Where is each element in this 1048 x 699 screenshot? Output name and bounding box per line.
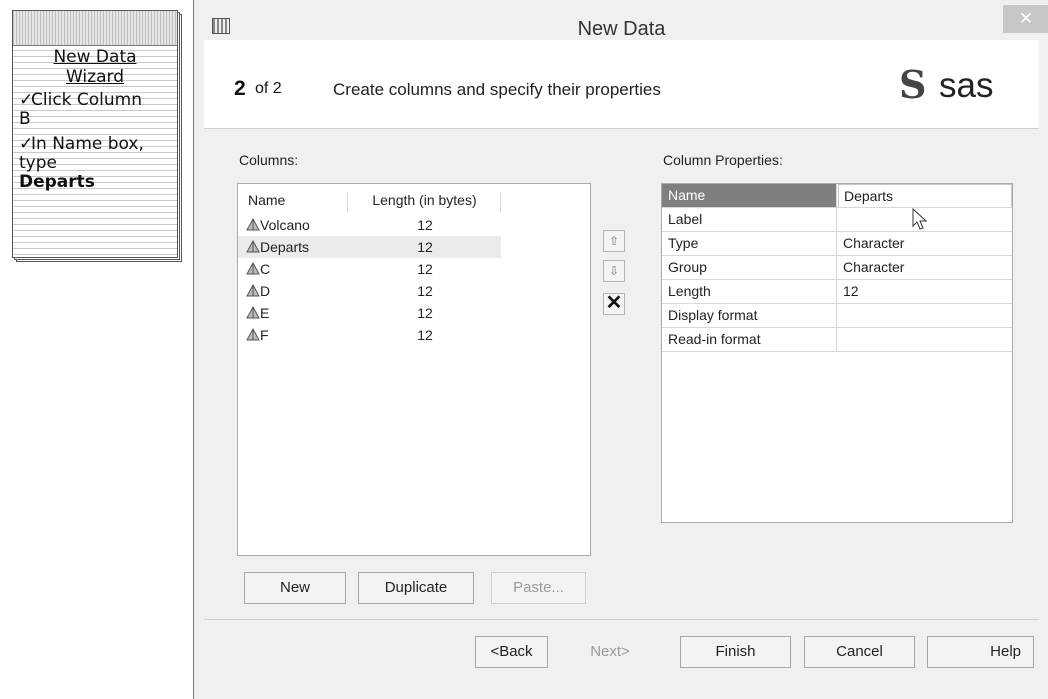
property-row-group[interactable]: Group Character xyxy=(662,256,1012,280)
next-button[interactable]: Next> xyxy=(560,636,660,668)
step-description: Create columns and specify their propert… xyxy=(333,80,661,99)
wizard-notepad: New Data Wizard ✓Click Column B ✓In Name… xyxy=(12,10,182,264)
notepad-step-2-value: Departs xyxy=(19,172,95,192)
property-row-type[interactable]: Type Character xyxy=(662,232,1012,256)
move-down-button[interactable]: ⇩ xyxy=(603,260,625,282)
move-up-button[interactable]: ⇧ xyxy=(603,230,625,252)
columns-label: Columns: xyxy=(239,152,299,168)
column-icon xyxy=(246,284,260,297)
footer-divider xyxy=(204,619,1039,620)
column-length: 12 xyxy=(417,283,433,299)
new-data-dialog: New Data ✕ 2 of 2 Create columns and spe… xyxy=(193,0,1048,699)
wizard-header: 2 of 2 Create columns and specify their … xyxy=(204,40,1039,129)
title-bar: New Data ✕ xyxy=(194,0,1048,40)
column-name: Volcano xyxy=(260,217,310,233)
columns-list[interactable]: Name Length (in bytes) Volcano 12 Depart… xyxy=(237,183,591,556)
sas-logo-text: sas xyxy=(939,66,994,105)
column-icon xyxy=(246,306,260,319)
column-properties-label: Column Properties: xyxy=(663,152,783,168)
group-field[interactable]: Character xyxy=(838,256,1012,279)
sas-logo: S sas xyxy=(899,62,1019,110)
column-length: 12 xyxy=(417,305,433,321)
type-field[interactable]: Character xyxy=(838,232,1012,255)
property-key: Label xyxy=(662,208,837,231)
cancel-button[interactable]: Cancel xyxy=(804,636,915,668)
column-properties-grid: Name Departs Label Type Character Group … xyxy=(661,183,1013,523)
check-icon: ✓ xyxy=(19,134,34,154)
column-name: C xyxy=(260,261,271,277)
paste-button[interactable]: Paste... xyxy=(491,572,586,604)
notepad-page: New Data Wizard ✓Click Column B ✓In Name… xyxy=(12,10,178,258)
property-key: Length xyxy=(662,280,837,303)
sas-logo-mark: S xyxy=(899,62,927,107)
column-name: E xyxy=(260,305,270,321)
list-item[interactable]: F 12 xyxy=(238,324,501,346)
help-button[interactable]: Help xyxy=(927,636,1034,668)
display-format-field[interactable] xyxy=(838,304,1012,327)
column-length: 12 xyxy=(417,217,433,233)
property-row-read-in-format[interactable]: Read-in format xyxy=(662,328,1012,352)
close-button[interactable]: ✕ xyxy=(1003,5,1048,33)
notepad-title: New Data Wizard xyxy=(13,47,177,87)
column-header-name[interactable]: Name xyxy=(238,192,348,212)
duplicate-button[interactable]: Duplicate xyxy=(358,572,474,604)
property-row-display-format[interactable]: Display format xyxy=(662,304,1012,328)
dialog-title: New Data xyxy=(577,18,666,40)
column-name: F xyxy=(260,327,269,343)
column-icon xyxy=(246,328,260,341)
notepad-step-2-line1: In Name box, xyxy=(31,134,144,154)
notepad-binding xyxy=(13,11,177,46)
column-icon xyxy=(246,218,260,231)
property-row-length[interactable]: Length 12 xyxy=(662,280,1012,304)
property-key: Read-in format xyxy=(662,328,837,351)
column-name: Departs xyxy=(260,239,310,255)
length-field[interactable]: 12 xyxy=(838,280,1012,303)
delete-column-button[interactable]: ✕ xyxy=(603,293,625,315)
property-key: Type xyxy=(662,232,837,255)
notepad-title-line2: Wizard xyxy=(66,67,124,87)
column-length: 12 xyxy=(417,261,433,277)
mouse-cursor-icon xyxy=(912,208,928,230)
step-number: 2 xyxy=(234,77,246,100)
notepad-title-line1: New Data xyxy=(53,47,137,67)
column-length: 12 xyxy=(417,327,433,343)
notepad-step-1-line2: B xyxy=(19,109,31,129)
notepad-step-1: ✓Click Column B xyxy=(19,91,175,129)
property-key: Name xyxy=(662,184,837,207)
notepad-step-1-line1: Click Column xyxy=(31,90,143,110)
finish-button[interactable]: Finish xyxy=(680,636,791,668)
notepad-step-2: ✓In Name box, type Departs xyxy=(19,135,175,192)
property-row-label[interactable]: Label xyxy=(662,208,1012,232)
step-total: of 2 xyxy=(255,80,282,97)
column-header-length[interactable]: Length (in bytes) xyxy=(349,192,501,212)
check-icon: ✓ xyxy=(19,90,34,110)
property-key: Group xyxy=(662,256,837,279)
column-name: D xyxy=(260,283,271,299)
list-item[interactable]: E 12 xyxy=(238,302,501,324)
property-key: Display format xyxy=(662,304,837,327)
list-item-selected[interactable]: Departs 12 xyxy=(238,236,501,258)
column-icon xyxy=(246,240,260,253)
notepad-step-2-line2: type xyxy=(19,153,57,173)
column-icon xyxy=(246,262,260,275)
property-row-name[interactable]: Name Departs xyxy=(662,184,1012,208)
new-column-button[interactable]: New xyxy=(244,572,346,604)
name-field[interactable]: Departs xyxy=(838,184,1012,207)
list-item[interactable]: D 12 xyxy=(238,280,501,302)
column-length: 12 xyxy=(417,239,433,255)
list-item[interactable]: C 12 xyxy=(238,258,501,280)
read-in-format-field[interactable] xyxy=(838,328,1012,351)
list-item[interactable]: Volcano 12 xyxy=(238,214,501,236)
back-button[interactable]: <Back xyxy=(475,636,548,668)
